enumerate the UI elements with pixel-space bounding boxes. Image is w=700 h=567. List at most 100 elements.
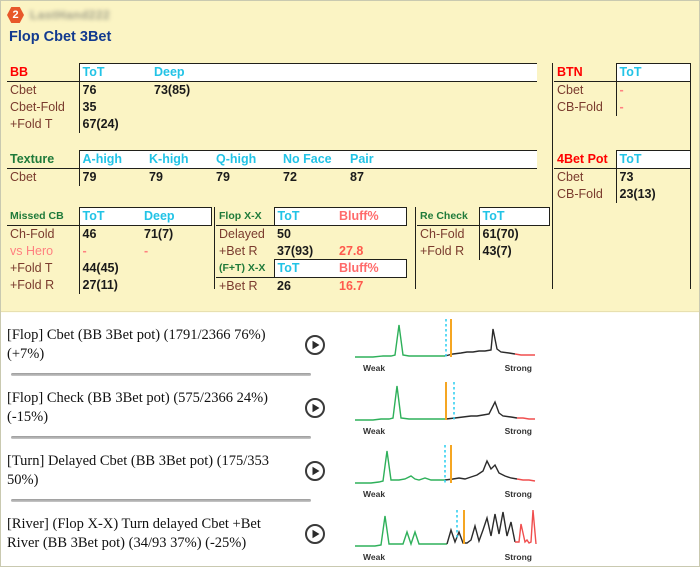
axis-label-strong: Strong [504, 362, 532, 373]
sparkline-axis-labels: Weak Strong [353, 552, 538, 562]
column-header: ToT [615, 150, 691, 169]
table-row: CB-Fold 23(13) [554, 186, 690, 203]
table-row: Re Check ToT [417, 207, 550, 226]
column-header: ToT [78, 63, 151, 82]
play-button[interactable] [301, 457, 329, 485]
play-button[interactable] [301, 394, 329, 422]
block-name-texture: Texture [7, 150, 79, 169]
table-row: +Fold R 27(11) [7, 277, 211, 294]
equity-sparkline: Weak Strong [353, 317, 538, 373]
stat-value: 27(11) [78, 277, 141, 294]
axis-label-weak: Weak [363, 425, 386, 436]
column-header: ToT [273, 207, 336, 226]
stat-value: 87 [347, 168, 537, 186]
stat-value: 23(13) [615, 186, 690, 203]
table-re-check: Re Check ToT Ch-Fold 61(70) +Fold R 43(7… [417, 207, 550, 260]
row-label: Cbet [7, 168, 79, 186]
list-item[interactable]: [Flop] Check (BB 3Bet pot) (575/2366 24%… [1, 376, 699, 439]
equity-sparkline: Weak Strong [353, 443, 538, 499]
play-circle-icon [305, 523, 325, 544]
table-ft-xx: (F+T) X-X ToT Bluff% +Bet R 26 16.7 [216, 259, 407, 295]
window-titlebar: 2 LastHand222 [1, 1, 699, 25]
block-name-4bet-pot: 4Bet Pot [554, 150, 616, 169]
table-missed-cb: Missed CB ToT Deep Ch-Fold 46 71(7) vs H… [7, 207, 212, 294]
list-item[interactable]: [Turn] Delayed Cbet (BB 3Bet pot) (175/3… [1, 439, 699, 502]
table-row: Ch-Fold 61(70) [417, 225, 549, 243]
play-button[interactable] [301, 520, 329, 548]
table-row: BTN ToT [554, 63, 691, 82]
column-header: Bluff% [336, 259, 407, 278]
table-row: +Bet R 26 16.7 [216, 277, 406, 295]
list-item-label: [River] (Flop X-X) Turn delayed Cbet +Be… [7, 515, 261, 551]
table-row: +Bet R 37(93) 27.8 [216, 243, 406, 260]
stat-value: 67(24) [78, 116, 151, 133]
table-row: (F+T) X-X ToT Bluff% [216, 259, 407, 278]
stat-value: 61(70) [478, 225, 549, 243]
table-row: Cbet 79 79 79 72 87 [7, 168, 537, 186]
stats-panel: 2 LastHand222 Flop Cbet 3Bet BB ToT Deep… [1, 1, 699, 312]
column-header: ToT [78, 207, 141, 226]
stat-value: 46 [78, 225, 141, 243]
block-name-ft-xx: (F+T) X-X [216, 259, 274, 278]
page-title: Flop Cbet 3Bet [9, 29, 112, 45]
stat-value: 76 [78, 81, 151, 99]
equity-sparkline: Weak Strong [353, 506, 538, 562]
sparkline-axis-labels: Weak Strong [353, 489, 538, 499]
column-header: Pair [347, 150, 537, 169]
axis-label-strong: Strong [504, 488, 532, 499]
row-label: +Fold R [7, 277, 79, 294]
play-button[interactable] [301, 331, 329, 359]
stat-value: - [78, 243, 141, 260]
axis-label-strong: Strong [504, 425, 532, 436]
stat-value: - [615, 81, 690, 99]
column-header: ToT [615, 63, 691, 82]
stat-value [141, 260, 211, 277]
block-name-btn: BTN [554, 63, 616, 82]
row-label: Cbet [7, 81, 79, 99]
table-flop-xx: Flop X-X ToT Bluff% Delayed 50 +Bet R 37… [216, 207, 407, 260]
axis-label-weak: Weak [363, 488, 386, 499]
play-circle-icon [305, 460, 325, 481]
row-label: +Fold T [7, 260, 79, 277]
stat-value: 79 [78, 168, 146, 186]
column-header: No Face [280, 150, 347, 169]
stat-value: 43(7) [478, 243, 549, 260]
table-row: +Fold T 44(45) [7, 260, 211, 277]
row-label: +Bet R [216, 277, 274, 295]
table-row: +Fold R 43(7) [417, 243, 549, 260]
sparkline-chart [355, 509, 537, 547]
stat-value: - [141, 243, 211, 260]
sparkline-chart [355, 444, 536, 484]
table-row: Delayed 50 [216, 225, 406, 243]
list-item[interactable]: [River] (Flop X-X) Turn delayed Cbet +Be… [1, 502, 699, 565]
block-name-flop-xx: Flop X-X [216, 207, 274, 226]
list-item-label: [Flop] Check (BB 3Bet pot) (575/2366 24%… [7, 389, 268, 425]
hand-category-list: [Flop] Cbet (BB 3Bet pot) (1791/2366 76%… [1, 313, 699, 566]
row-label: Cbet [554, 168, 616, 186]
stat-value: 72 [280, 168, 347, 186]
play-circle-icon [305, 334, 325, 355]
block-name-missed-cb: Missed CB [7, 207, 79, 226]
column-separator [552, 63, 553, 289]
player-number-badge: 2 [7, 7, 24, 23]
axis-label-weak: Weak [363, 551, 386, 562]
table-bb: BB ToT Deep Cbet 76 73(85) Cbet-Fold 35 … [7, 63, 537, 133]
stat-value: - [615, 99, 690, 116]
row-label: Ch-Fold [7, 225, 79, 243]
table-row: Ch-Fold 46 71(7) [7, 225, 211, 243]
sparkline-axis-labels: Weak Strong [353, 426, 538, 436]
table-row: Texture A-high K-high Q-high No Face Pai… [7, 150, 537, 169]
equity-sparkline: Weak Strong [353, 380, 538, 436]
row-label: Cbet [554, 81, 616, 99]
sparkline-axis-labels: Weak Strong [353, 363, 538, 373]
axis-label-strong: Strong [504, 551, 532, 562]
row-label: Ch-Fold [417, 225, 479, 243]
column-header: Q-high [213, 150, 280, 169]
row-label: vs Hero [7, 243, 79, 260]
column-header: Deep [151, 63, 537, 82]
list-item-label: [Flop] Cbet (BB 3Bet pot) (1791/2366 76%… [7, 326, 266, 362]
stat-value: 79 [146, 168, 213, 186]
stat-value: 16.7 [336, 277, 406, 295]
table-row: Cbet 73 [554, 168, 690, 186]
list-item[interactable]: [Flop] Cbet (BB 3Bet pot) (1791/2366 76%… [1, 313, 699, 376]
